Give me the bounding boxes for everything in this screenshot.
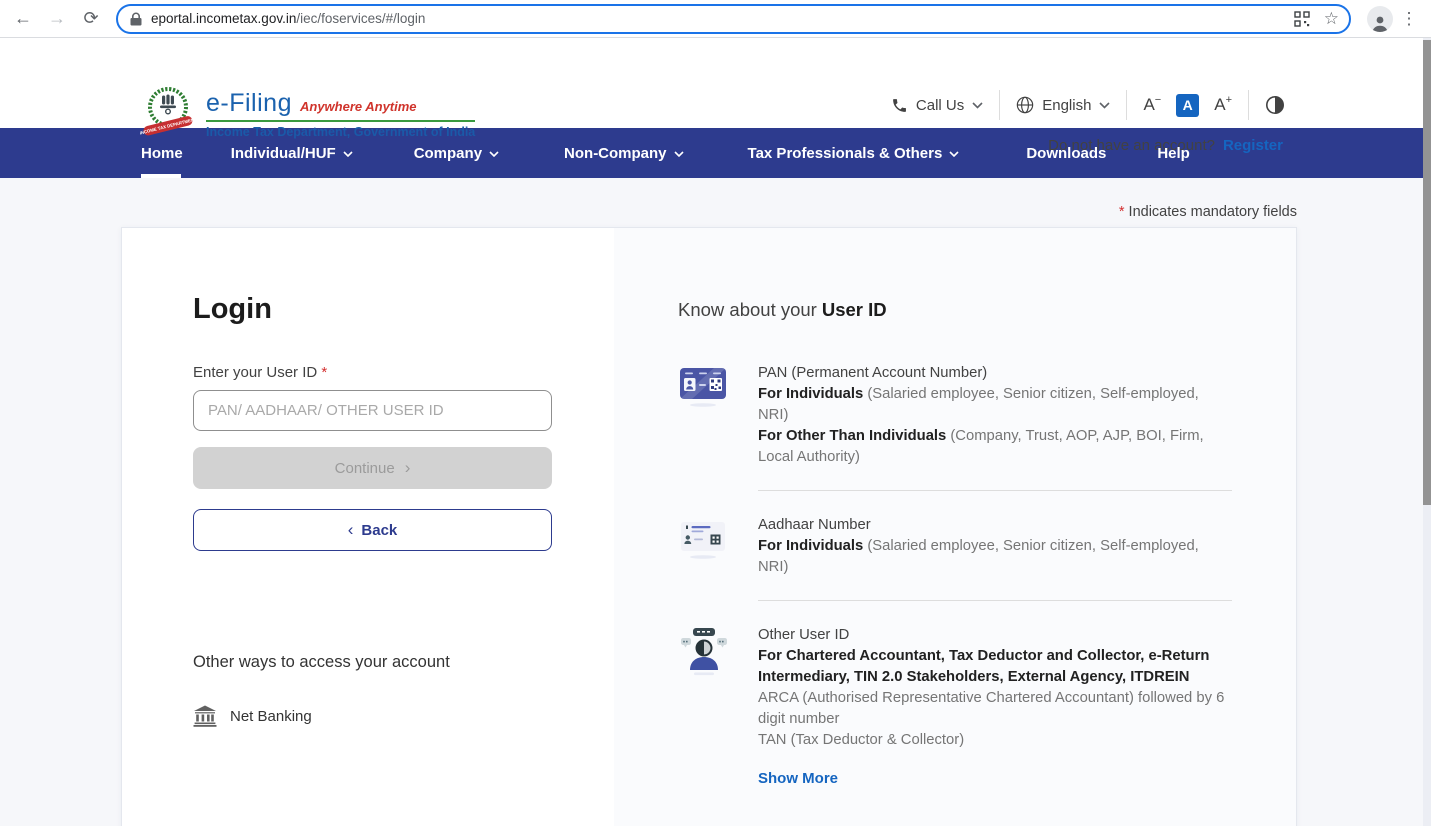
back-button[interactable]: ‹Back (193, 509, 552, 551)
call-us-menu[interactable]: Call Us (891, 97, 983, 114)
item-title: Aadhaar Number (758, 515, 1232, 536)
aadhaar-card-icon (678, 515, 730, 578)
url-text: eportal.incometax.gov.in/iec/foservices/… (151, 11, 1294, 26)
chevron-down-icon (343, 151, 353, 157)
nav-item-downloads[interactable]: Downloads (1026, 128, 1106, 178)
item-title: Other User ID (758, 625, 1232, 646)
chevron-right-icon: › (405, 458, 411, 478)
qr-code-icon[interactable] (1294, 11, 1310, 27)
bank-icon (193, 705, 217, 727)
login-panel: Login Enter your User ID * Continue› ‹Ba… (122, 228, 614, 826)
scrollbar-thumb[interactable] (1423, 40, 1431, 505)
other-ways-title: Other ways to access your account (193, 653, 614, 672)
chevron-down-icon (972, 102, 983, 109)
profile-avatar-icon[interactable] (1367, 6, 1393, 32)
support-person-icon (678, 625, 730, 790)
item-line: For Chartered Accountant, Tax Deductor a… (758, 646, 1232, 688)
language-label: English (1042, 97, 1091, 114)
call-us-label: Call Us (916, 97, 964, 114)
page-body: *Indicates mandatory fields Login Enter … (0, 178, 1431, 826)
chevron-down-icon (489, 151, 499, 157)
login-card: Login Enter your User ID * Continue› ‹Ba… (121, 227, 1297, 826)
nav-item-help[interactable]: Help (1157, 128, 1190, 178)
forward-icon: → (42, 4, 72, 34)
item-line: For Individuals (Salaried employee, Seni… (758, 536, 1232, 578)
chevron-down-icon (674, 151, 684, 157)
item-line: For Other Than Individuals (Company, Tru… (758, 426, 1232, 468)
divider (758, 600, 1232, 601)
nav-item-non-company[interactable]: Non-Company (564, 128, 684, 178)
divider (1126, 90, 1127, 120)
font-decrease-button[interactable]: A− (1143, 95, 1161, 115)
user-id-label: Enter your User ID * (193, 364, 614, 381)
nav-item-tax-professionals[interactable]: Tax Professionals & Others (748, 128, 960, 178)
contrast-toggle-icon[interactable] (1265, 95, 1285, 115)
know-heading: Know about yourUser ID (678, 299, 1232, 321)
globe-icon (1016, 96, 1034, 114)
font-size-controls: A− A A+ (1143, 94, 1232, 117)
chevron-left-icon: ‹ (348, 520, 354, 540)
show-more-link[interactable]: Show More (758, 768, 838, 789)
site-header: INCOME TAX DEPARTMENT e-Filing Anywhere … (0, 38, 1431, 128)
lock-icon (130, 12, 142, 26)
know-user-id-panel: Know about yourUser ID (614, 228, 1296, 826)
net-banking-label: Net Banking (230, 708, 312, 725)
item-line: ARCA (Authorised Representative Chartere… (758, 688, 1232, 730)
language-menu[interactable]: English (1016, 96, 1110, 114)
url-path: /iec/foservices/#/login (296, 11, 425, 26)
divider (1248, 90, 1249, 120)
list-item-pan: PAN (Permanent Account Number) For Indiv… (678, 363, 1232, 468)
font-default-button[interactable]: A (1176, 94, 1199, 117)
page-title: Login (193, 293, 614, 326)
scrollbar[interactable] (1423, 38, 1431, 826)
item-title: PAN (Permanent Account Number) (758, 363, 1232, 384)
back-icon[interactable]: ← (8, 4, 38, 34)
nav-item-company[interactable]: Company (414, 128, 499, 178)
pan-card-icon (678, 363, 730, 468)
browser-menu-icon[interactable]: ⋮ (1397, 9, 1421, 29)
mandatory-fields-note: *Indicates mandatory fields (1119, 204, 1297, 220)
register-link[interactable]: Register (1223, 137, 1283, 154)
item-line: For Individuals (Salaried employee, Seni… (758, 384, 1232, 426)
chevron-down-icon (949, 151, 959, 157)
phone-icon (891, 97, 908, 114)
list-item-aadhaar: Aadhaar Number For Individuals (Salaried… (678, 515, 1232, 578)
brand-divider (206, 120, 475, 122)
nav-item-individual-huf[interactable]: Individual/HUF (231, 128, 353, 178)
header-tools: Call Us English A− A A+ (891, 90, 1285, 120)
continue-button[interactable]: Continue› (193, 447, 552, 489)
brand-tagline: Anywhere Anytime (300, 99, 417, 114)
list-item-other-user-id: Other User ID For Chartered Accountant, … (678, 625, 1232, 790)
address-bar[interactable]: eportal.incometax.gov.in/iec/foservices/… (116, 4, 1351, 34)
divider (758, 490, 1232, 491)
divider (999, 90, 1000, 120)
net-banking-option[interactable]: Net Banking (193, 705, 614, 727)
brand-name: e-Filing (206, 89, 292, 118)
nav-item-home[interactable]: Home (141, 128, 183, 178)
bookmark-star-icon[interactable]: ☆ (1324, 9, 1339, 29)
url-domain: eportal.incometax.gov.in (151, 11, 296, 26)
reload-icon[interactable]: ⟳ (76, 4, 106, 34)
browser-toolbar: ← → ⟳ eportal.incometax.gov.in/iec/foser… (0, 0, 1431, 38)
chevron-down-icon (1099, 102, 1110, 109)
item-line: TAN (Tax Deductor & Collector) (758, 730, 1232, 751)
user-id-input[interactable] (193, 390, 552, 431)
font-increase-button[interactable]: A+ (1214, 95, 1232, 115)
